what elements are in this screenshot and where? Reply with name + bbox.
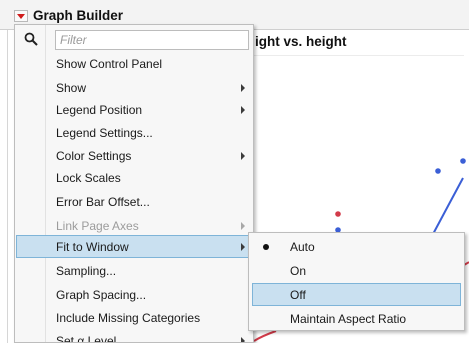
series-line-red [253, 330, 277, 342]
menu-item-fit-to-window[interactable]: Fit to Window [16, 235, 253, 258]
menu-item-show-control-panel[interactable]: Show Control Panel [16, 52, 253, 75]
chevron-right-icon [241, 84, 245, 92]
chevron-right-icon [241, 152, 245, 160]
menu-item-label: Include Missing Categories [56, 311, 201, 325]
menu-item-show[interactable]: Show [16, 76, 253, 99]
submenu-item-auto[interactable]: Auto [252, 235, 461, 258]
menu-item-color-settings[interactable]: Color Settings [16, 144, 253, 167]
search-icon [24, 32, 38, 46]
chevron-right-icon [241, 243, 245, 251]
menu-item-link-page-axes: Link Page Axes [16, 214, 253, 237]
menu-item-label: Color Settings [56, 149, 132, 163]
chevron-right-icon [241, 337, 245, 342]
menu-item-graph-spacing[interactable]: Graph Spacing... [16, 283, 253, 306]
submenu-item-off[interactable]: Off [252, 283, 461, 306]
submenu-item-label: On [290, 264, 307, 278]
series-line-blue [431, 177, 464, 237]
menu-item-label: Legend Position [56, 103, 143, 117]
filter-input[interactable] [55, 30, 249, 50]
radio-bullet-icon [263, 244, 269, 250]
chevron-right-icon [241, 222, 245, 230]
data-point-red [335, 211, 341, 217]
menu-item-label: Sampling... [56, 264, 117, 278]
menu-item-label: Fit to Window [56, 240, 129, 254]
menu-item-sampling[interactable]: Sampling... [16, 259, 253, 282]
menu-item-set-alpha-level[interactable]: Set α Level [16, 329, 253, 343]
menu-item-label: Legend Settings... [56, 126, 153, 140]
menu-item-error-bar-offset[interactable]: Error Bar Offset... [16, 190, 253, 213]
menu-item-lock-scales[interactable]: Lock Scales [16, 166, 253, 189]
submenu-item-label: Maintain Aspect Ratio [290, 312, 407, 326]
submenu-item-label: Off [290, 288, 306, 302]
data-point-blue [435, 168, 441, 174]
menu-item-legend-settings[interactable]: Legend Settings... [16, 121, 253, 144]
submenu-item-on[interactable]: On [252, 259, 461, 282]
menu-item-label: Lock Scales [56, 171, 121, 185]
menu-item-legend-position[interactable]: Legend Position [16, 98, 253, 121]
context-menu: Show Control Panel Show Legend Position … [14, 24, 254, 343]
submenu-item-label: Auto [290, 240, 315, 254]
menu-item-label: Show [56, 81, 87, 95]
menu-item-label: Show Control Panel [56, 57, 163, 71]
data-point-blue [460, 158, 466, 164]
menu-item-label: Error Bar Offset... [56, 195, 150, 209]
chevron-right-icon [241, 106, 245, 114]
submenu-item-maintain-aspect-ratio[interactable]: Maintain Aspect Ratio [252, 307, 461, 330]
menu-item-label: Graph Spacing... [56, 288, 147, 302]
menu-item-label: Set α Level [56, 334, 117, 343]
menu-item-include-missing-categories[interactable]: Include Missing Categories [16, 306, 253, 329]
fit-to-window-submenu: Auto On Off Maintain Aspect Ratio [248, 232, 465, 331]
menu-item-label: Link Page Axes [56, 219, 139, 233]
